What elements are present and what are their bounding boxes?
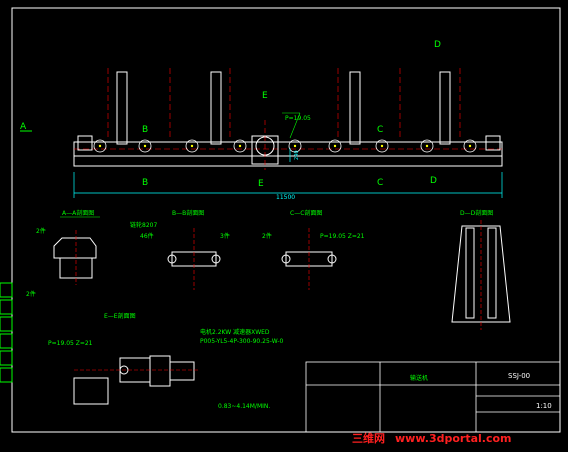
drawing-number: SSJ-00 [508,372,530,380]
drawing-title: 输送机 [410,374,428,382]
marker-e-bottom: E [258,179,264,189]
marker-c-top: C [377,125,383,135]
svg-text:电机2.2KW 减速器XWED: 电机2.2KW 减速器XWED [200,328,270,336]
height-dim: 240 [294,150,300,160]
overall-length-dim: 11500 [276,194,295,201]
cad-drawing-canvas[interactable]: 11500 240 P=19.05 A B B C C D D E E A—A剖… [0,0,568,452]
watermark-cn: 三维网 [352,431,385,445]
drawing-scale: 1:10 [536,402,552,410]
marker-d-top: D [434,40,441,50]
marker-e-top: E [262,91,268,101]
svg-text:P=19.05 Z=21: P=19.05 Z=21 [320,233,365,240]
section-b-title: B—B剖面图 [172,209,204,217]
svg-text:46件: 46件 [140,232,154,240]
svg-text:0.83~4.14M/MIN.: 0.83~4.14M/MIN. [218,403,270,410]
section-c-title: C—C剖面图 [290,209,322,217]
svg-text:2件: 2件 [26,290,36,298]
svg-text:3件: 3件 [220,232,230,240]
svg-text:链轮8207: 链轮8207 [130,221,157,229]
svg-text:2件: 2件 [262,232,272,240]
section-a-title: A—A剖面图 [62,209,94,217]
svg-text:P005-YL5-4P-300-90.25-W-0: P005-YL5-4P-300-90.25-W-0 [200,338,284,345]
marker-b-top: B [142,125,148,135]
marker-b-bottom: B [142,178,148,188]
marker-c-bottom: C [377,178,383,188]
section-e-title: E—E剖面图 [104,312,136,320]
svg-text:2件: 2件 [36,227,46,235]
marker-d-bottom: D [430,176,437,186]
section-d-title: D—D剖面图 [460,209,493,217]
svg-text:P=19.05 Z=21: P=19.05 Z=21 [48,340,93,347]
watermark-url: www.3dportal.com [395,432,512,445]
